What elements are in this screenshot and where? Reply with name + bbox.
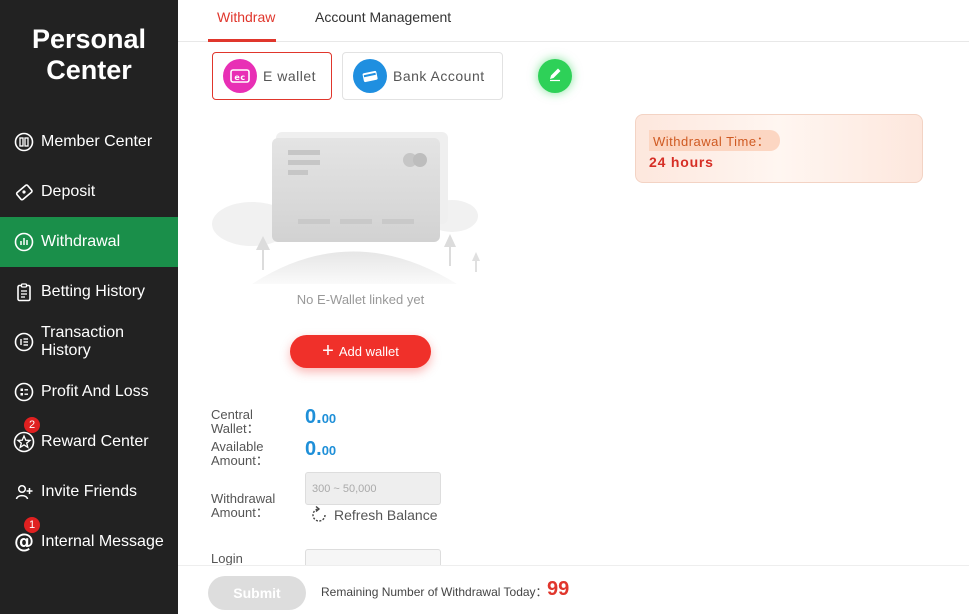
edit-button[interactable] [538,59,572,93]
add-wallet-label: Add wallet [338,344,399,359]
sidebar-item-label: Profit And Loss [41,383,149,400]
svg-text:ec: ec [234,73,245,82]
profit-icon [13,381,35,403]
empty-wallet-illustration [212,124,484,294]
sidebar-item-invite-friends[interactable]: Invite Friends [0,467,178,517]
footer-bar: Submit Remaining Number of Withdrawal To… [178,565,969,614]
remaining-withdrawals-label: Remaining Number of Withdrawal Today： [321,585,548,599]
plus-icon: + [322,340,334,362]
tab-account-management[interactable]: Account Management [315,9,451,25]
withdrawal-amount-label: Withdrawal Amount： [211,491,276,520]
page: Personal Center Member Center Deposit Wi… [0,0,969,614]
available-amount-label: Available Amount： [211,439,269,468]
amount-decimal: 00 [321,411,337,426]
empty-state-text: No E-Wallet linked yet [296,292,425,307]
method-label: Bank Account [393,68,485,84]
pencil-icon [547,66,563,87]
bank-card-icon [353,59,387,93]
method-ewallet[interactable]: ec E wallet [212,52,332,100]
sidebar-item-label: Deposit [41,183,96,200]
sidebar-item-member-center[interactable]: Member Center [0,117,178,167]
sidebar-item-label: Member Center [41,133,153,150]
sidebar-item-transaction-history[interactable]: Transaction History [0,317,178,367]
clipboard-icon [13,281,35,303]
sidebar-item-internal-message[interactable]: @ 1 Internal Message [0,517,178,567]
withdrawal-icon [13,231,35,253]
withdrawal-time-label: Withdrawal Time： [649,130,781,151]
amount-integer: 0. [305,406,322,428]
refresh-balance-button[interactable]: Refresh Balance [309,505,438,525]
svg-text:@: @ [14,531,34,553]
sidebar-item-label: Reward Center [41,433,149,450]
submit-button[interactable]: Submit [208,576,306,610]
at-icon: @ [13,531,35,553]
sidebar-item-label: Withdrawal [41,233,121,250]
notification-badge: 2 [24,417,40,433]
sidebar-item-label: Internal Message [41,533,164,550]
sidebar-item-label: Invite Friends [41,483,138,500]
refresh-balance-label: Refresh Balance [334,507,438,523]
sidebar-item-reward-center[interactable]: 2 Reward Center [0,417,178,467]
available-amount-value: 0.00 [305,438,336,461]
main-content: Withdraw Account Management ec E wallet … [178,0,969,614]
invite-icon [13,481,35,503]
method-bank-account[interactable]: Bank Account [342,52,503,100]
tab-withdraw[interactable]: Withdraw [217,9,275,25]
sidebar: Personal Center Member Center Deposit Wi… [0,0,178,614]
sidebar-item-deposit[interactable]: Deposit [0,167,178,217]
method-label: E wallet [263,68,317,84]
sidebar-title: Personal Center [31,24,147,85]
tab-underline [208,39,276,42]
remaining-withdrawals-count: 99 [547,578,570,600]
ewallet-icon: ec [223,59,257,93]
central-wallet-label: Central Wallet： [211,407,260,436]
login-label: Login [211,551,243,566]
refresh-icon [309,505,329,525]
star-icon [13,431,35,453]
sidebar-item-betting-history[interactable]: Betting History [0,267,178,317]
add-wallet-button[interactable]: + Add wallet [290,335,431,368]
member-icon [13,131,35,153]
deposit-icon [13,181,35,203]
withdrawal-time-card: Withdrawal Time： 24 hours [635,114,923,183]
sidebar-item-withdrawal[interactable]: Withdrawal [0,217,178,267]
list-icon [13,331,35,353]
sidebar-nav: Member Center Deposit Withdrawal Betting… [0,117,178,567]
amount-integer: 0. [305,438,322,460]
tab-bar: Withdraw Account Management [178,0,969,42]
sidebar-item-label: Betting History [41,283,146,300]
withdrawal-amount-input[interactable] [305,472,441,505]
notification-badge: 1 [24,517,40,533]
sidebar-item-profit-and-loss[interactable]: Profit And Loss [0,367,178,417]
amount-decimal: 00 [321,443,337,458]
withdrawal-time-value: 24 hours [649,154,714,170]
central-wallet-amount: 0.00 [305,406,336,429]
sidebar-item-label: Transaction History [41,324,124,359]
